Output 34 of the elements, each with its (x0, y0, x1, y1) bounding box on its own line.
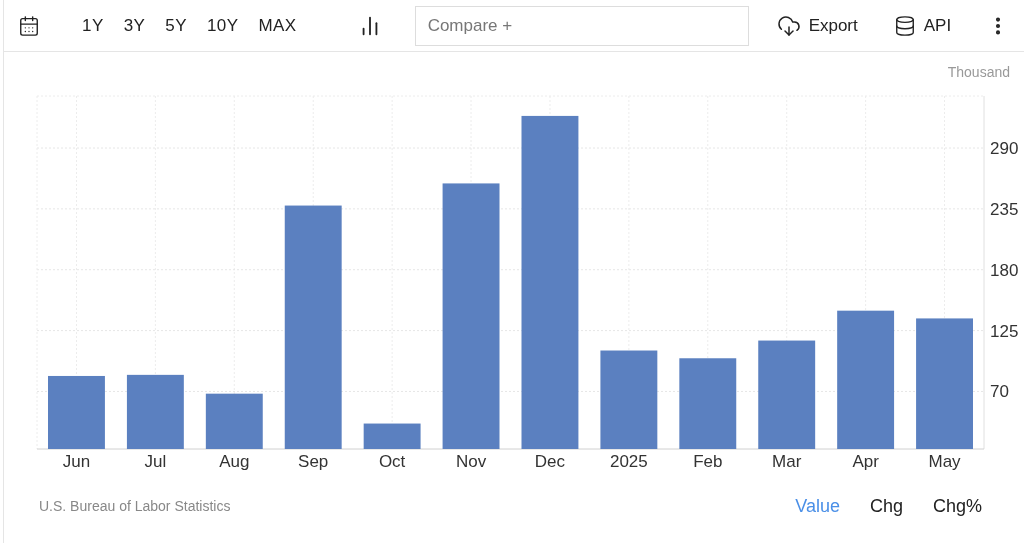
unit-label: Thousand (947, 63, 1010, 82)
y-tick-label: 125 (990, 321, 1019, 341)
range-button[interactable]: 1Y (82, 12, 104, 39)
x-tick-label: 2025 (609, 452, 648, 471)
y-tick-label: 290 (990, 139, 1019, 158)
x-tick-label: Mar (772, 452, 802, 471)
range-button[interactable]: 10Y (206, 12, 239, 39)
range-button[interactable]: MAX (258, 12, 297, 39)
compare-field[interactable]: Compare + (414, 5, 749, 46)
view-tab[interactable]: Chg (869, 493, 903, 520)
range-button[interactable]: 3Y (123, 12, 146, 39)
source-label: U.S. Bureau of Labor Statistics (39, 497, 231, 516)
x-tick-label: Feb (693, 452, 723, 471)
database-icon (893, 14, 916, 37)
view-tab[interactable]: Chg% (932, 493, 982, 520)
x-tick-label: Dec (534, 452, 566, 471)
y-tick-label: 70 (990, 382, 1009, 402)
x-tick-label: Jun (62, 452, 91, 471)
x-tick-label: Nov (455, 452, 487, 471)
y-tick-label: 235 (990, 199, 1019, 219)
calendar-icon[interactable] (18, 14, 40, 37)
export-button[interactable]: Export (776, 12, 858, 39)
bar (205, 393, 263, 449)
x-tick-label: Apr (852, 452, 879, 471)
range-button[interactable]: 5Y (165, 12, 187, 39)
x-tick-label: Aug (219, 452, 250, 471)
cloud-download-icon (776, 13, 801, 38)
bar (363, 423, 421, 449)
x-tick-label: Sep (298, 452, 329, 471)
x-tick-label: Jul (144, 452, 167, 471)
api-button[interactable]: API (893, 12, 952, 39)
x-tick-label: May (928, 452, 961, 471)
y-tick-label: 180 (990, 260, 1019, 280)
x-tick-label: Oct (378, 452, 406, 471)
